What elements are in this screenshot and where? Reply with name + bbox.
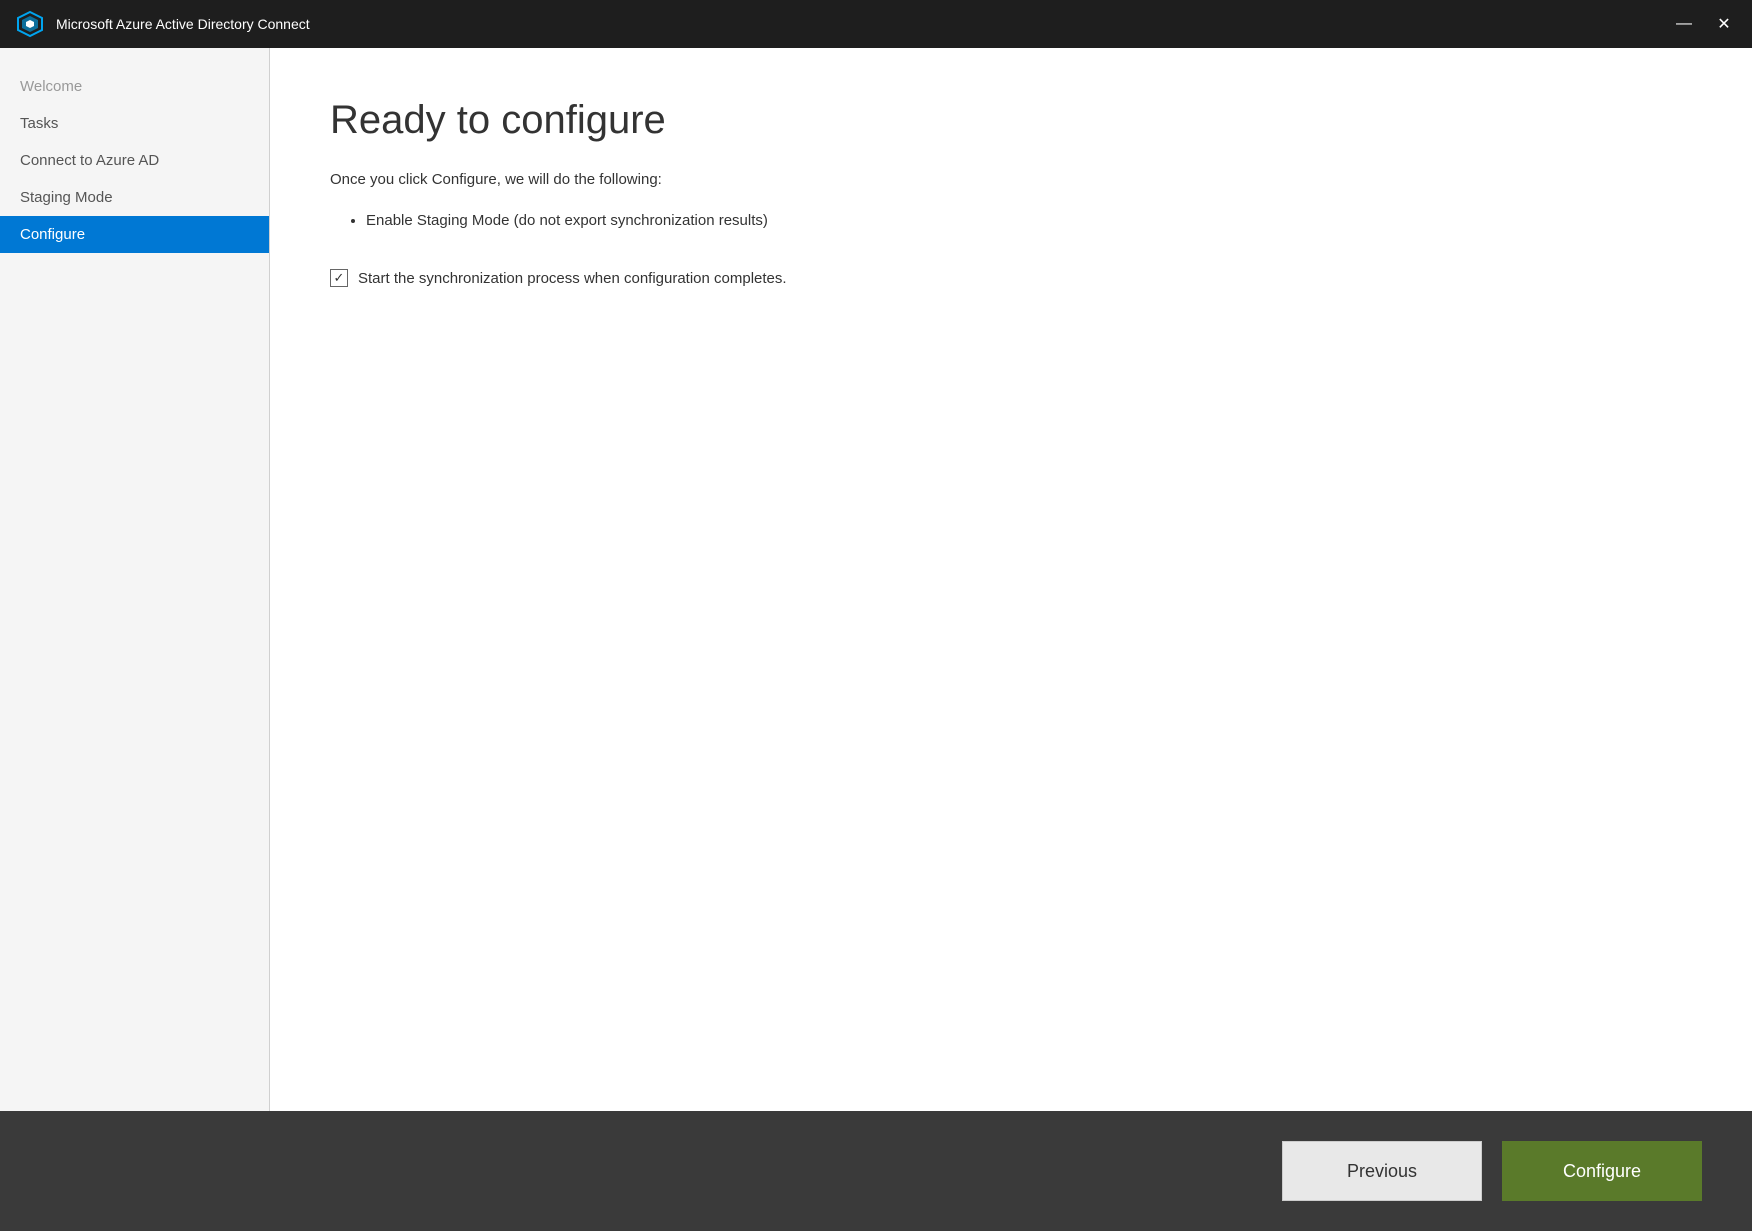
- content-spacer: [330, 287, 1692, 1081]
- main-content: Welcome Tasks Connect to Azure AD Stagin…: [0, 48, 1752, 1111]
- sync-checkbox-label: Start the synchronization process when c…: [358, 270, 787, 287]
- footer: Previous Configure: [0, 1111, 1752, 1231]
- bullet-list: Enable Staging Mode (do not export synch…: [366, 208, 1692, 233]
- configure-button[interactable]: Configure: [1502, 1141, 1702, 1201]
- page-title: Ready to configure: [330, 98, 1692, 143]
- sidebar: Welcome Tasks Connect to Azure AD Stagin…: [0, 48, 270, 1111]
- close-button[interactable]: ✕: [1712, 12, 1736, 36]
- bullet-item-1: Enable Staging Mode (do not export synch…: [366, 208, 1692, 233]
- window-title: Microsoft Azure Active Directory Connect: [56, 16, 1672, 32]
- app-logo-icon: [16, 10, 44, 38]
- sync-checkbox-row[interactable]: Start the synchronization process when c…: [330, 269, 1692, 287]
- previous-button[interactable]: Previous: [1282, 1141, 1482, 1201]
- sidebar-item-configure[interactable]: Configure: [0, 216, 269, 253]
- sidebar-item-tasks[interactable]: Tasks: [0, 105, 269, 142]
- application-window: Microsoft Azure Active Directory Connect…: [0, 0, 1752, 1231]
- minimize-button[interactable]: —: [1672, 12, 1696, 36]
- sidebar-item-welcome[interactable]: Welcome: [0, 68, 269, 105]
- titlebar: Microsoft Azure Active Directory Connect…: [0, 0, 1752, 48]
- content-area: Ready to configure Once you click Config…: [270, 48, 1752, 1111]
- sidebar-item-connect-azure-ad[interactable]: Connect to Azure AD: [0, 142, 269, 179]
- window-controls: — ✕: [1672, 12, 1736, 36]
- sidebar-item-staging-mode[interactable]: Staging Mode: [0, 179, 269, 216]
- sync-checkbox[interactable]: [330, 269, 348, 287]
- description-text: Once you click Configure, we will do the…: [330, 171, 1692, 188]
